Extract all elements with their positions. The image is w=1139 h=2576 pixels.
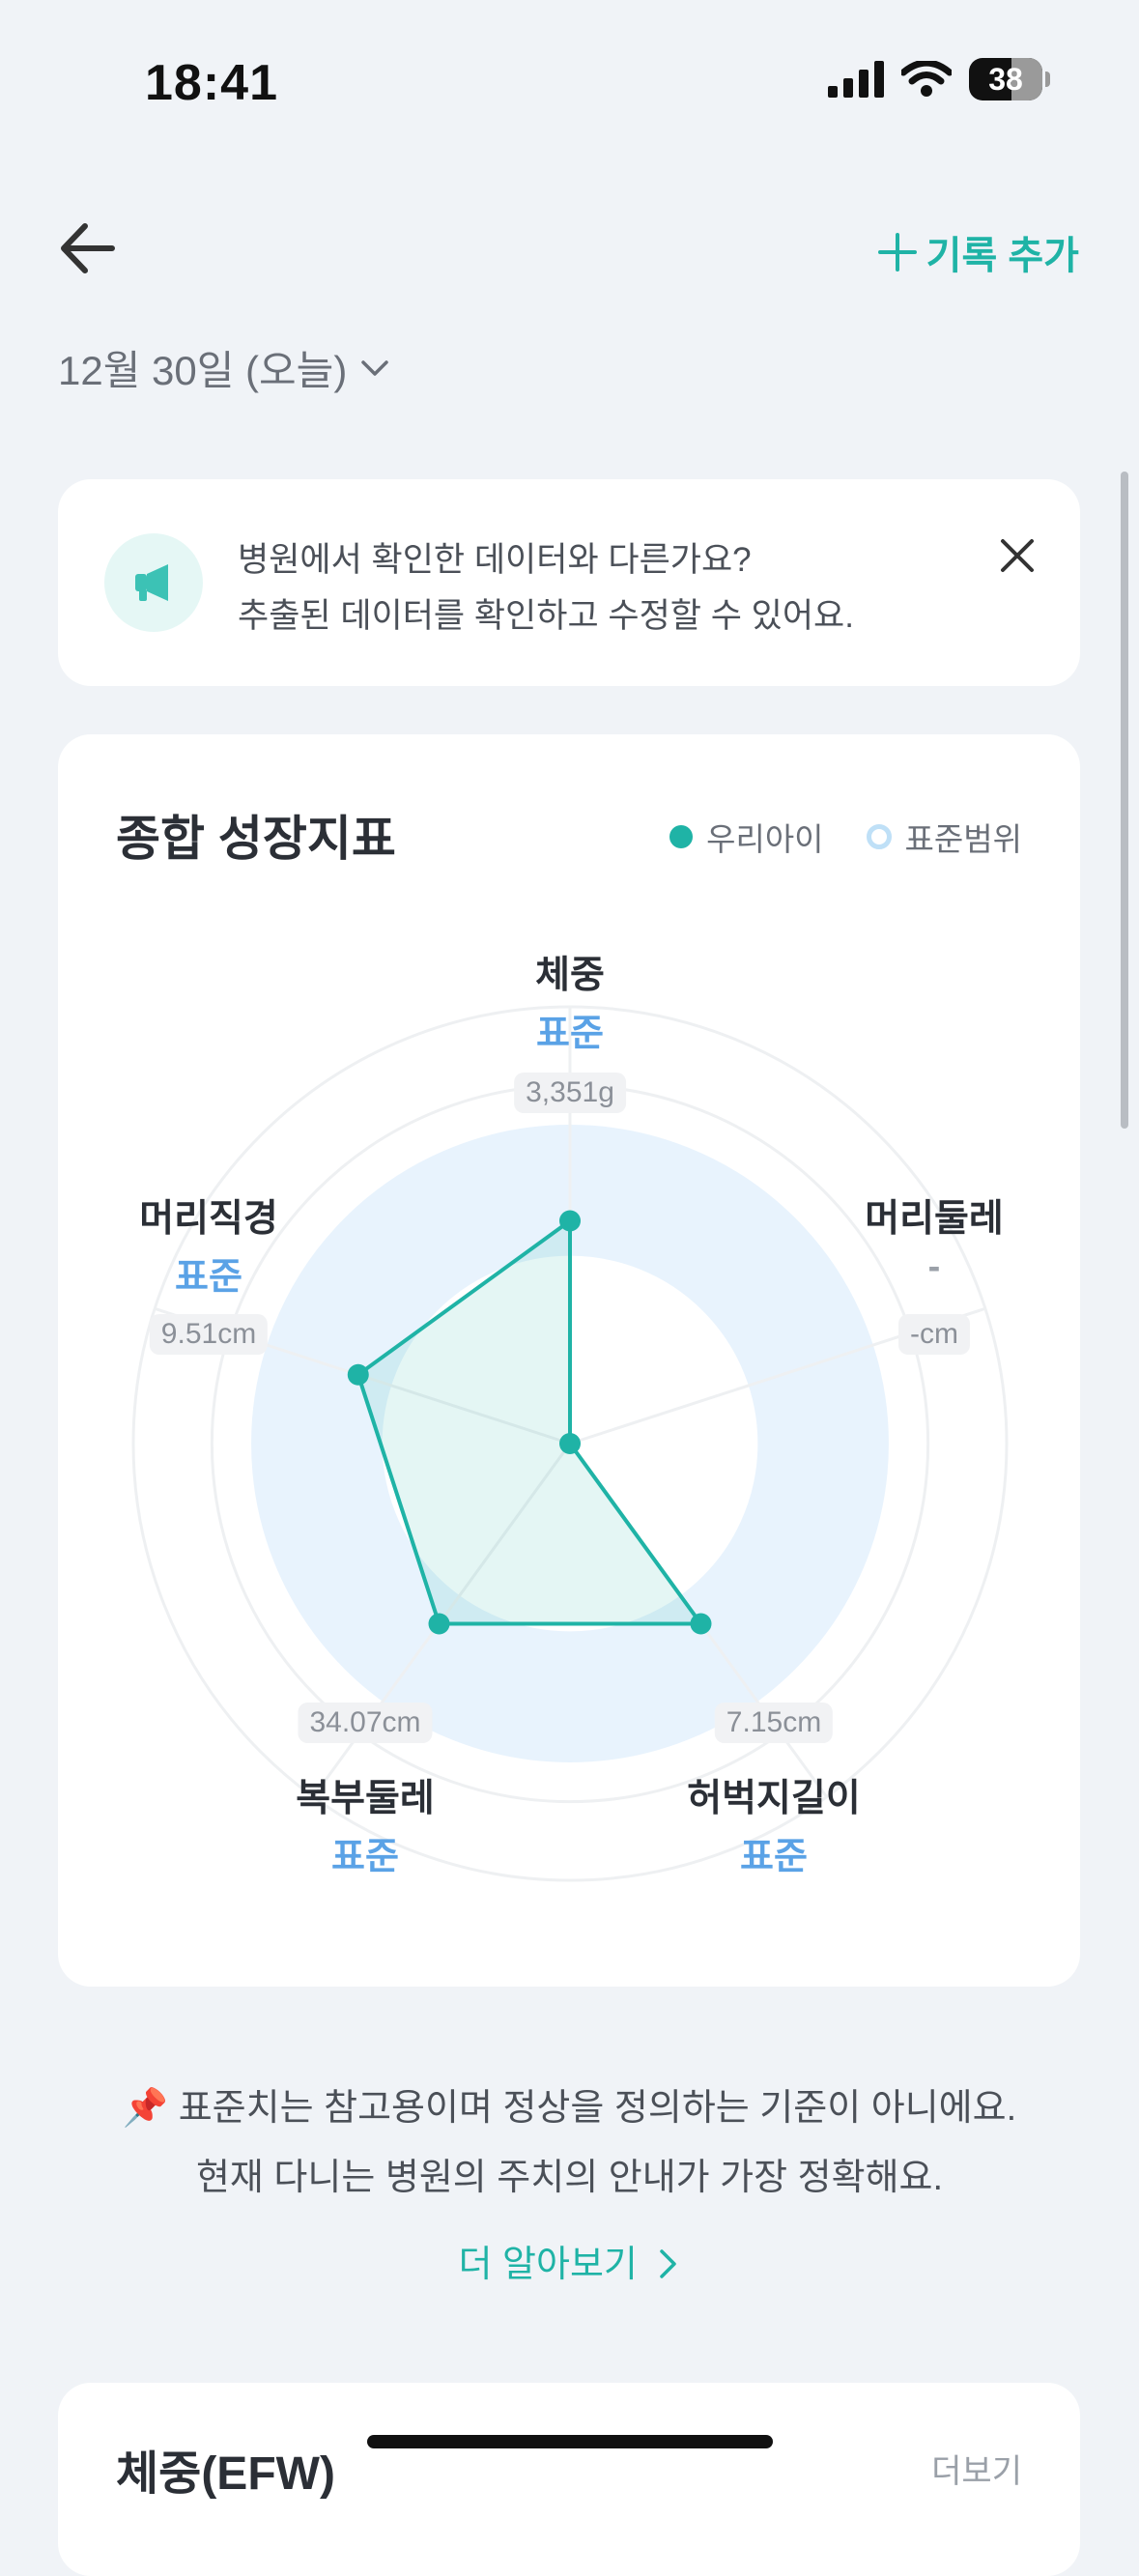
weight-card-title: 체중(EFW) (116, 2448, 335, 2500)
status-time: 18:41 (145, 55, 278, 111)
notice-line-1: 병원에서 확인한 데이터와 다른가요? (238, 541, 752, 579)
axis-name-femur-length: 허벅지길이 (687, 1778, 861, 1819)
plus-icon (877, 233, 917, 272)
radar-chart (131, 1005, 1009, 1882)
growth-index-card: 종합 성장지표 우리아이 표준범위 체중 표준 3,351g 머리둘레 - -c… (58, 734, 1080, 1987)
megaphone-icon (104, 533, 203, 632)
axis-value-weight: 3,351g (514, 1073, 626, 1113)
notice-banner: 병원에서 확인한 데이터와 다른가요? 추출된 데이터를 확인하고 수정할 수 … (58, 479, 1080, 686)
learn-more-label: 더 알아보기 (458, 2245, 638, 2285)
wifi-icon (901, 61, 952, 97)
home-indicator[interactable] (367, 2435, 773, 2448)
axis-name-weight: 체중 (535, 955, 605, 996)
axis-status-head-diameter: 표준 (175, 1257, 242, 1298)
status-icons: 38 (828, 58, 1050, 100)
axis-name-abdominal-circumference: 복부둘레 (296, 1778, 435, 1819)
date-label: 12월 30일 (오늘) (58, 348, 348, 393)
cellular-signal-icon (828, 61, 884, 98)
chevron-down-icon (361, 359, 389, 376)
back-arrow-icon[interactable] (54, 215, 122, 282)
disclaimer-line-1: 📌 표준치는 참고용이며 정상을 정의하는 기준이 아니에요. (122, 2088, 1017, 2129)
chevron-right-icon (660, 2249, 677, 2278)
axis-value-head-diameter: 9.51cm (149, 1314, 269, 1355)
weight-card: 체중(EFW) 더보기 (58, 2383, 1080, 2576)
axis-value-abdominal-circumference: 34.07cm (298, 1703, 433, 1743)
axis-status-femur-length: 표준 (740, 1837, 808, 1877)
axis-status-abdominal-circumference: 표준 (331, 1837, 399, 1877)
learn-more-link[interactable]: 더 알아보기 (0, 2234, 1139, 2287)
add-record-label: 기록 추가 (925, 235, 1079, 277)
weight-card-more-link[interactable]: 더보기 (931, 2445, 1022, 2492)
axis-value-head-circumference: -cm (898, 1314, 970, 1355)
data-point-허벅지길이 (690, 1613, 712, 1635)
add-record-button[interactable]: 기록 추가 (877, 224, 1079, 280)
data-point-복부둘레 (428, 1613, 450, 1635)
close-icon[interactable] (993, 531, 1041, 580)
disclaimer-line-2: 현재 다니는 병원의 주치의 안내가 가장 정확해요. (195, 2158, 944, 2198)
data-point-머리둘레 (559, 1433, 581, 1454)
scrollbar[interactable] (1121, 472, 1128, 1129)
data-point-머리직경 (347, 1363, 369, 1386)
axis-name-head-diameter: 머리직경 (139, 1198, 278, 1240)
axis-status-head-circumference: - (927, 1246, 941, 1287)
data-point-체중 (559, 1210, 581, 1232)
battery-icon: 38 (969, 58, 1050, 100)
axis-value-femur-length: 7.15cm (714, 1703, 834, 1743)
axis-name-head-circumference: 머리둘레 (865, 1198, 1004, 1240)
battery-level: 38 (988, 61, 1023, 97)
notice-line-2: 추출된 데이터를 확인하고 수정할 수 있어요. (238, 597, 854, 635)
date-selector[interactable]: 12월 30일 (오늘) (58, 338, 389, 397)
axis-status-weight: 표준 (536, 1014, 604, 1054)
